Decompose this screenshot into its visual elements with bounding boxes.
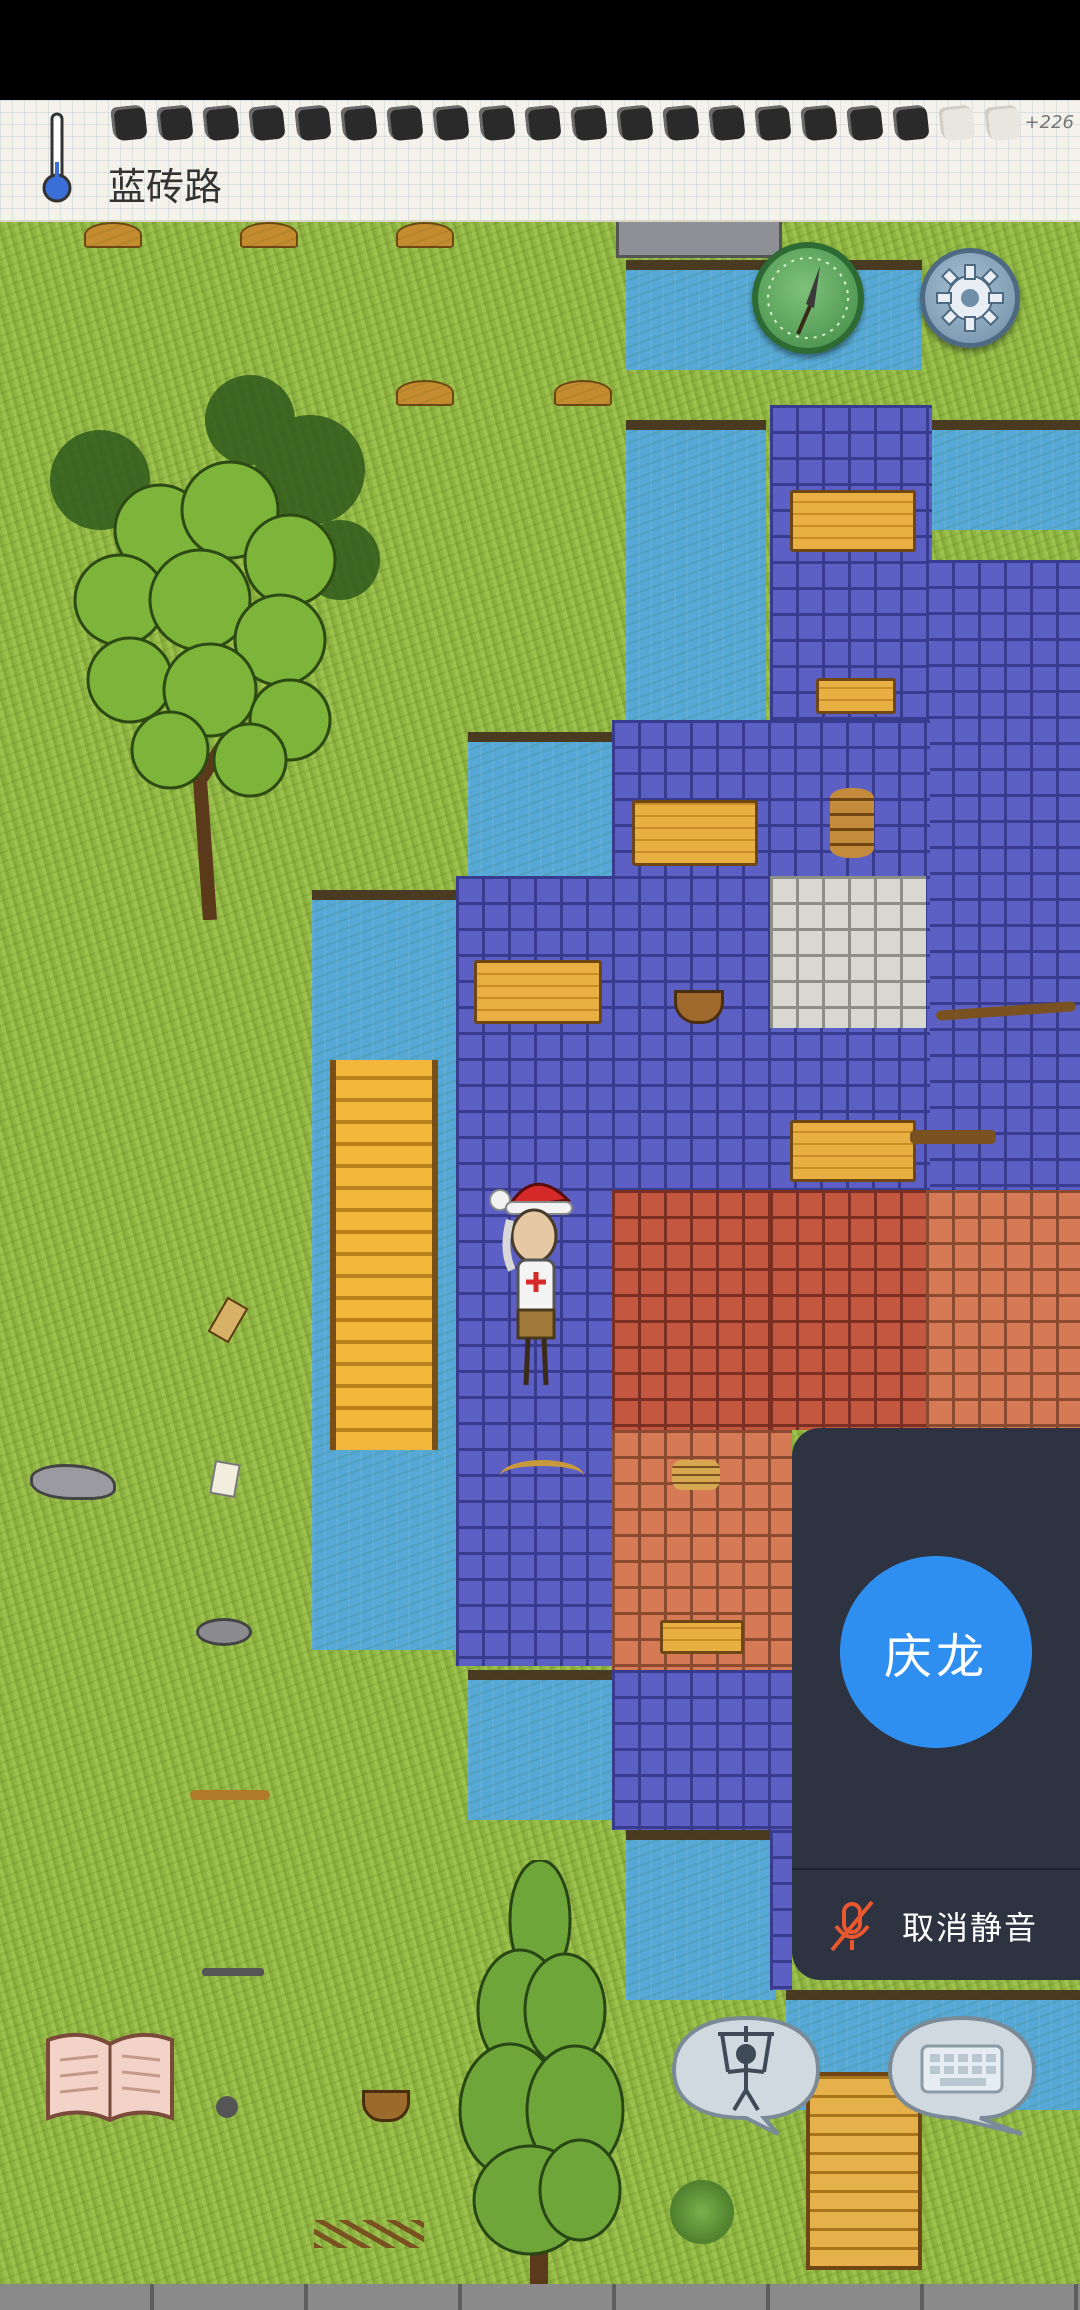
food-pip-full: [202, 104, 240, 142]
thermometer-icon: [42, 112, 72, 203]
juniper-tree[interactable]: [440, 1860, 640, 2310]
water: [626, 1830, 776, 2000]
basket[interactable]: [362, 2090, 410, 2122]
red-brick-floor: [770, 1190, 930, 1430]
status-bar: [0, 0, 1080, 100]
status-hud: +226 蓝砖路: [0, 100, 1080, 222]
shovel[interactable]: [190, 1790, 270, 1800]
food-pip-full: [432, 104, 470, 142]
food-pip-empty: [938, 104, 976, 142]
book-icon[interactable]: [40, 2026, 180, 2126]
wooden-boards[interactable]: [790, 490, 916, 552]
wooden-boards[interactable]: [474, 960, 602, 1024]
food-pip-full: [524, 104, 562, 142]
blue-brick-floor: [612, 1670, 792, 1830]
yum-bonus: +226: [1024, 112, 1074, 133]
chat-button[interactable]: [884, 2012, 1040, 2136]
compass-icon: [767, 257, 849, 339]
divider: [792, 1868, 1080, 1870]
food-pip-full: [708, 104, 746, 142]
dirt-pile[interactable]: [396, 380, 454, 406]
food-pip-full: [386, 104, 424, 142]
food-pip-full: [754, 104, 792, 142]
food-pip-full: [662, 104, 700, 142]
food-pip-full: [294, 104, 332, 142]
keyboard-icon: [920, 2044, 1004, 2094]
dirt-pile[interactable]: [554, 380, 612, 406]
wooden-boards[interactable]: [632, 800, 758, 866]
hoe[interactable]: [202, 1968, 264, 1976]
small-rock[interactable]: [196, 1618, 252, 1646]
food-pip-full: [156, 104, 194, 142]
food-meter: [110, 104, 1022, 142]
bow[interactable]: [500, 1460, 584, 1492]
food-pip-full: [892, 104, 930, 142]
gooseberry-bush[interactable]: [670, 2180, 734, 2244]
unmute-button[interactable]: 取消静音: [792, 1872, 1080, 1980]
location-label: 蓝砖路: [108, 165, 223, 209]
stone-road: [0, 2284, 1080, 2310]
food-pip-full: [616, 104, 654, 142]
blue-brick-floor: [926, 560, 1080, 1290]
food-pip-full: [846, 104, 884, 142]
food-pip-empty: [984, 104, 1022, 142]
kindling[interactable]: [314, 2220, 424, 2248]
round-stone[interactable]: [216, 2096, 238, 2118]
wooden-boards[interactable]: [660, 1620, 744, 1654]
paper-note[interactable]: [209, 1460, 241, 1498]
plate-pile[interactable]: [672, 1460, 720, 1490]
compass-button[interactable]: [752, 242, 864, 354]
voice-participant-avatar[interactable]: 庆龙: [840, 1556, 1032, 1748]
dirt-pile[interactable]: [396, 222, 454, 248]
white-brick-floor: [770, 876, 926, 1028]
plate-stack[interactable]: [830, 788, 874, 858]
food-pip-full: [800, 104, 838, 142]
settings-button[interactable]: [920, 248, 1020, 348]
wooden-bridge[interactable]: [330, 1060, 438, 1450]
water: [932, 420, 1080, 530]
food-pip-full: [110, 104, 148, 142]
food-pip-full: [248, 104, 286, 142]
blue-brick-floor: [770, 1830, 792, 1990]
mic-muted-icon: [830, 1900, 874, 1952]
food-pip-full: [478, 104, 516, 142]
stick[interactable]: [910, 1130, 996, 1144]
wooden-boards[interactable]: [790, 1120, 916, 1182]
sharp-stone[interactable]: [207, 1296, 249, 1344]
player-character[interactable]: [488, 1160, 578, 1390]
voice-chat-panel: 庆龙 取消静音: [792, 1428, 1080, 1980]
maple-tree[interactable]: [40, 360, 400, 920]
emote-button[interactable]: [668, 2012, 824, 2136]
unmute-label: 取消静音: [902, 1909, 1039, 1947]
gear-icon: [936, 264, 1004, 332]
food-pip-full: [340, 104, 378, 142]
wooden-boards[interactable]: [816, 678, 896, 714]
flat-rock[interactable]: [30, 1464, 116, 1500]
water: [468, 1670, 618, 1820]
dirt-pile[interactable]: [84, 222, 142, 248]
food-pip-full: [570, 104, 608, 142]
dirt-pile[interactable]: [240, 222, 298, 248]
